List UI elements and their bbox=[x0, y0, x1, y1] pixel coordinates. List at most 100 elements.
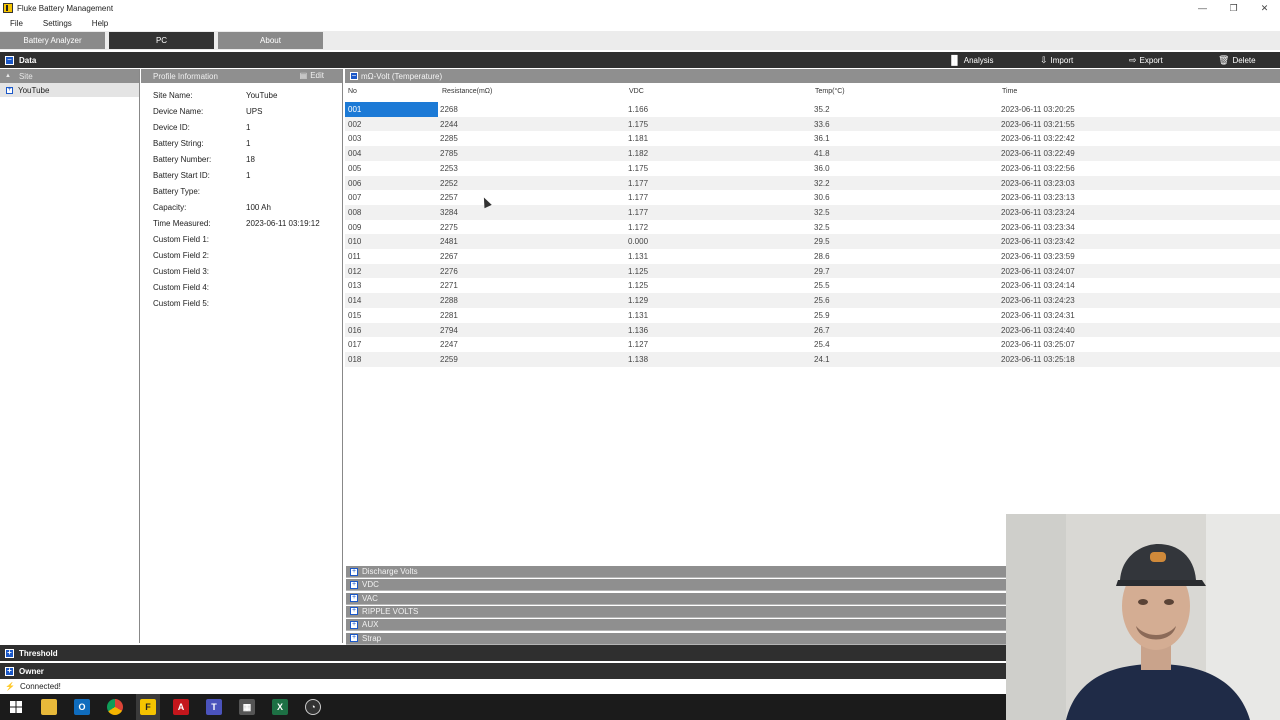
cell-vdc[interactable]: 1.177 bbox=[628, 193, 648, 202]
file-explorer-icon[interactable] bbox=[41, 699, 57, 715]
cell-vdc[interactable]: 1.181 bbox=[628, 134, 648, 143]
cell-temp[interactable]: 32.5 bbox=[814, 208, 830, 217]
collapsed-section-header[interactable]: + VDC bbox=[346, 579, 1006, 592]
import-button[interactable]: ⇩ Import bbox=[1040, 52, 1073, 68]
cell-temp[interactable]: 36.1 bbox=[814, 134, 830, 143]
cell-vdc[interactable]: 1.131 bbox=[628, 311, 648, 320]
cell-temp[interactable]: 25.9 bbox=[814, 311, 830, 320]
table-row[interactable]: 012 2276 1.125 29.7 2023-06-11 03:24:07 bbox=[345, 263, 1280, 279]
collapsed-section-header[interactable]: + Strap bbox=[346, 632, 1006, 645]
cell-time[interactable]: 2023-06-11 03:24:31 bbox=[1001, 311, 1075, 320]
cell-resistance[interactable]: 2281 bbox=[440, 311, 458, 320]
cell-vdc[interactable]: 1.138 bbox=[628, 355, 648, 364]
cell-vdc[interactable]: 1.166 bbox=[628, 105, 648, 114]
cell-vdc[interactable]: 1.125 bbox=[628, 281, 648, 290]
cell-time[interactable]: 2023-06-11 03:23:42 bbox=[1001, 237, 1075, 246]
expand-icon[interactable]: + bbox=[6, 86, 13, 94]
cell-temp[interactable]: 28.6 bbox=[814, 252, 830, 261]
table-row[interactable]: 011 2267 1.131 28.6 2023-06-11 03:23:59 bbox=[345, 249, 1280, 264]
cell-time[interactable]: 2023-06-11 03:25:18 bbox=[1001, 355, 1075, 364]
cell-time[interactable]: 2023-06-11 03:21:55 bbox=[1001, 120, 1075, 129]
cell-no[interactable]: 018 bbox=[348, 355, 361, 364]
cell-time[interactable]: 2023-06-11 03:23:34 bbox=[1001, 223, 1075, 232]
table-row[interactable]: 016 2794 1.136 26.7 2023-06-11 03:24:40 bbox=[345, 322, 1280, 338]
cell-time[interactable]: 2023-06-11 03:24:40 bbox=[1001, 326, 1075, 335]
cell-resistance[interactable]: 2257 bbox=[440, 193, 458, 202]
cell-temp[interactable]: 29.7 bbox=[814, 267, 830, 276]
expand-icon[interactable]: + bbox=[350, 594, 358, 603]
cell-resistance[interactable]: 2267 bbox=[440, 252, 458, 261]
menu-settings[interactable]: Settings bbox=[33, 19, 82, 28]
app-icon[interactable]: ◔ bbox=[305, 699, 321, 715]
cell-temp[interactable]: 32.5 bbox=[814, 223, 830, 232]
cell-no[interactable]: 008 bbox=[348, 208, 361, 217]
table-row[interactable]: 003 2285 1.181 36.1 2023-06-11 03:22:42 bbox=[345, 131, 1280, 147]
cell-time[interactable]: 2023-06-11 03:22:49 bbox=[1001, 149, 1075, 158]
cell-time[interactable]: 2023-06-11 03:23:59 bbox=[1001, 252, 1075, 261]
cell-temp[interactable]: 41.8 bbox=[814, 149, 830, 158]
close-button[interactable]: ✕ bbox=[1249, 0, 1280, 16]
cell-temp[interactable]: 33.6 bbox=[814, 120, 830, 129]
cell-temp[interactable]: 25.6 bbox=[814, 296, 830, 305]
cell-vdc[interactable]: 1.175 bbox=[628, 120, 648, 129]
cell-temp[interactable]: 36.0 bbox=[814, 164, 830, 173]
chrome-icon[interactable] bbox=[107, 699, 123, 715]
table-row[interactable]: 005 2253 1.175 36.0 2023-06-11 03:22:56 bbox=[345, 160, 1280, 176]
cell-resistance[interactable]: 2288 bbox=[440, 296, 458, 305]
cell-resistance[interactable]: 2252 bbox=[440, 179, 458, 188]
cell-temp[interactable]: 25.4 bbox=[814, 340, 830, 349]
cell-no[interactable]: 004 bbox=[348, 149, 361, 158]
cell-resistance[interactable]: 3284 bbox=[440, 208, 458, 217]
cell-resistance[interactable]: 2268 bbox=[440, 105, 458, 114]
cell-no[interactable]: 006 bbox=[348, 179, 361, 188]
collapsed-section-header[interactable]: + VAC bbox=[346, 592, 1006, 605]
cell-resistance[interactable]: 2244 bbox=[440, 120, 458, 129]
expand-icon[interactable]: + bbox=[5, 648, 14, 658]
fluke-taskbar-icon[interactable]: F bbox=[140, 699, 156, 715]
column-header-resistance[interactable]: Resistance(mΩ) bbox=[442, 88, 492, 95]
cell-resistance[interactable]: 2275 bbox=[440, 223, 458, 232]
cell-time[interactable]: 2023-06-11 03:24:14 bbox=[1001, 281, 1075, 290]
menu-file[interactable]: File bbox=[0, 19, 33, 28]
cell-no[interactable]: 003 bbox=[348, 134, 361, 143]
site-item-youtube[interactable]: + YouTube bbox=[0, 83, 139, 97]
collapse-icon[interactable]: − bbox=[5, 55, 14, 65]
cell-no[interactable]: 010 bbox=[348, 237, 361, 246]
cell-resistance[interactable]: 2285 bbox=[440, 134, 458, 143]
cell-no[interactable]: 017 bbox=[348, 340, 361, 349]
cell-time[interactable]: 2023-06-11 03:24:23 bbox=[1001, 296, 1075, 305]
restore-button[interactable]: ❐ bbox=[1218, 0, 1249, 16]
calculator-icon[interactable]: ▦ bbox=[239, 699, 255, 715]
cell-time[interactable]: 2023-06-11 03:23:24 bbox=[1001, 208, 1075, 217]
table-row[interactable]: 001 2268 1.166 35.2 2023-06-11 03:20:25 bbox=[345, 102, 1280, 117]
table-row[interactable]: 010 2481 0.000 29.5 2023-06-11 03:23:42 bbox=[345, 234, 1280, 250]
cell-vdc[interactable]: 1.182 bbox=[628, 149, 648, 158]
table-row[interactable]: 013 2271 1.125 25.5 2023-06-11 03:24:14 bbox=[345, 278, 1280, 294]
cell-time[interactable]: 2023-06-11 03:22:56 bbox=[1001, 164, 1075, 173]
cell-time[interactable]: 2023-06-11 03:23:13 bbox=[1001, 193, 1075, 202]
table-row[interactable]: 018 2259 1.138 24.1 2023-06-11 03:25:18 bbox=[345, 351, 1280, 367]
tab-battery-analyzer[interactable]: Battery Analyzer bbox=[0, 32, 105, 49]
excel-icon[interactable]: X bbox=[272, 699, 288, 715]
cell-temp[interactable]: 25.5 bbox=[814, 281, 830, 290]
collapsed-section-header[interactable]: + Discharge Volts bbox=[346, 566, 1006, 578]
cell-vdc[interactable]: 1.125 bbox=[628, 267, 648, 276]
expand-icon[interactable]: + bbox=[350, 567, 358, 576]
cell-temp[interactable]: 32.2 bbox=[814, 179, 830, 188]
cell-time[interactable]: 2023-06-11 03:24:07 bbox=[1001, 267, 1075, 276]
cell-vdc[interactable]: 1.131 bbox=[628, 252, 648, 261]
table-row[interactable]: 015 2281 1.131 25.9 2023-06-11 03:24:31 bbox=[345, 307, 1280, 323]
cell-vdc[interactable]: 0.000 bbox=[628, 237, 648, 246]
cell-resistance[interactable]: 2253 bbox=[440, 164, 458, 173]
start-icon[interactable] bbox=[8, 699, 24, 715]
cell-resistance[interactable]: 2247 bbox=[440, 340, 458, 349]
cell-temp[interactable]: 35.2 bbox=[814, 105, 830, 114]
cell-no[interactable]: 005 bbox=[348, 164, 361, 173]
column-header-time[interactable]: Time bbox=[1002, 88, 1017, 95]
cell-no[interactable]: 012 bbox=[348, 267, 361, 276]
table-row[interactable]: 009 2275 1.172 32.5 2023-06-11 03:23:34 bbox=[345, 219, 1280, 235]
export-button[interactable]: ⇨ Export bbox=[1129, 52, 1163, 68]
analysis-button[interactable]: ▐▌ Analysis bbox=[948, 52, 994, 68]
cell-resistance[interactable]: 2785 bbox=[440, 149, 458, 158]
cell-temp[interactable]: 26.7 bbox=[814, 326, 830, 335]
